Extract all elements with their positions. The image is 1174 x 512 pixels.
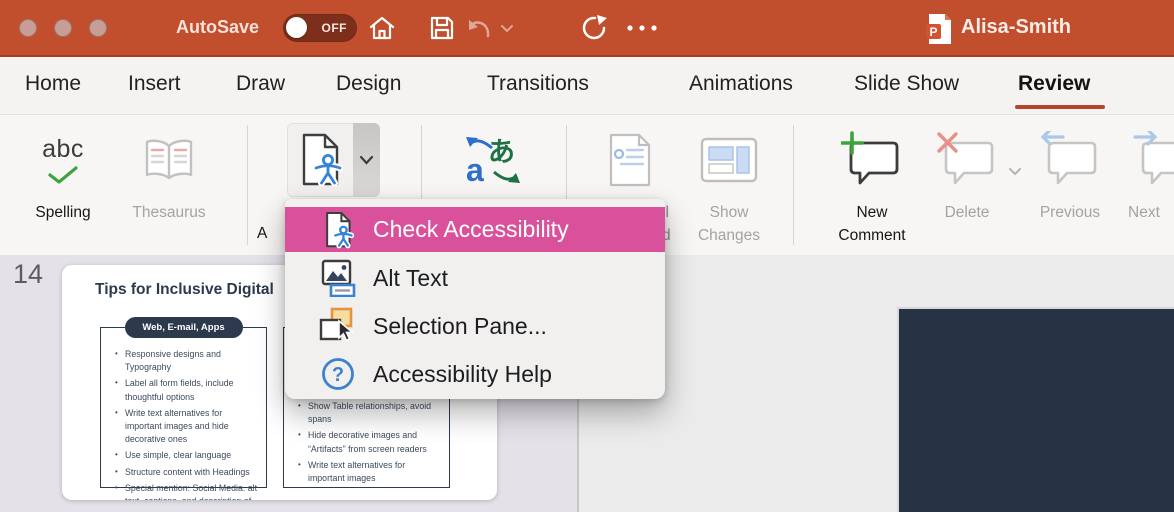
menu-item-label: Alt Text bbox=[373, 265, 448, 292]
next-comment-icon bbox=[1120, 125, 1174, 195]
bullet: Special mention: Social Media. alt text,… bbox=[115, 482, 258, 500]
window-close-button[interactable] bbox=[19, 19, 37, 37]
show-changes-icon bbox=[690, 125, 768, 195]
bullet: Responsive designs and Typography bbox=[115, 348, 258, 374]
autosave-state: OFF bbox=[322, 21, 348, 35]
more-options-icon[interactable] bbox=[625, 22, 659, 34]
translate-icon: a あ bbox=[450, 125, 536, 195]
show-changes-label-2: Changes bbox=[690, 227, 768, 245]
svg-text:P: P bbox=[929, 25, 937, 39]
tab-home[interactable]: Home bbox=[25, 72, 81, 96]
svg-text:あ: あ bbox=[488, 137, 515, 168]
check-accessibility-dropdown-segment[interactable] bbox=[353, 123, 380, 197]
show-changes-label: Show bbox=[690, 204, 768, 222]
autosave-toggle[interactable]: OFF bbox=[283, 14, 357, 42]
menu-item-alt-text[interactable]: Alt Text bbox=[285, 254, 665, 302]
new-comment-button[interactable]: New Comment bbox=[828, 115, 916, 255]
slide-editor-canvas bbox=[579, 255, 1174, 512]
delete-comment-button: Delete bbox=[928, 115, 1006, 255]
tab-transitions[interactable]: Transitions bbox=[487, 72, 589, 96]
delete-comment-icon bbox=[928, 125, 1006, 195]
chevron-down-icon bbox=[359, 155, 374, 166]
menu-item-label: Check Accessibility bbox=[373, 216, 569, 243]
save-icon[interactable] bbox=[428, 14, 456, 42]
slide-left-box: Web, E-mail, Apps Responsive designs and… bbox=[100, 327, 267, 488]
title-bar: AutoSave OFF bbox=[0, 0, 1174, 57]
accessibility-dropdown-menu: Check Accessibility Alt Text bbox=[285, 199, 665, 399]
slide-number: 14 bbox=[13, 259, 43, 290]
thesaurus-icon bbox=[110, 125, 228, 195]
undo-icon bbox=[466, 14, 494, 42]
delete-comment-label: Delete bbox=[928, 204, 1006, 222]
reviewing-pane-icon bbox=[600, 125, 660, 195]
slide-navy-shape[interactable] bbox=[897, 307, 1174, 512]
spelling-icon: abc bbox=[18, 125, 108, 195]
tab-slide-show[interactable]: Slide Show bbox=[854, 72, 959, 96]
previous-comment-icon bbox=[1026, 125, 1114, 195]
menu-item-accessibility-help[interactable]: ? Accessibility Help bbox=[285, 350, 665, 398]
tab-review[interactable]: Review bbox=[1018, 72, 1090, 96]
accessibility-label-fragment: A bbox=[257, 225, 267, 243]
spelling-label: Spelling bbox=[18, 204, 108, 222]
bullet: Show Table relationships, avoid spans bbox=[298, 400, 441, 426]
slide-title: Tips for Inclusive Digital bbox=[95, 281, 274, 299]
tab-design[interactable]: Design bbox=[336, 72, 401, 96]
bullet: Use simple, clear language bbox=[115, 449, 258, 462]
check-accessibility-icon bbox=[319, 210, 357, 250]
alt-text-icon bbox=[319, 258, 357, 298]
menu-item-label: Selection Pane... bbox=[373, 313, 547, 340]
powerpoint-window: AutoSave OFF bbox=[0, 0, 1174, 512]
new-comment-icon bbox=[828, 125, 916, 195]
help-icon: ? bbox=[319, 354, 357, 394]
tab-animations[interactable]: Animations bbox=[689, 72, 793, 96]
window-minimize-button[interactable] bbox=[54, 19, 72, 37]
bullet: Write text alternatives for important im… bbox=[115, 407, 258, 447]
group-divider bbox=[247, 125, 248, 245]
document-title: Alisa-Smith bbox=[961, 16, 1071, 39]
svg-text:a: a bbox=[466, 152, 484, 187]
bullet: Structure content with Headings bbox=[115, 466, 258, 479]
bullet: Write text alternatives for important im… bbox=[298, 459, 441, 485]
tab-draw[interactable]: Draw bbox=[236, 72, 285, 96]
previous-comment-label: Previous bbox=[1026, 204, 1114, 222]
ribbon-tabs: Home Insert Draw Design Transitions Anim… bbox=[0, 57, 1174, 115]
spelling-button[interactable]: abc Spelling bbox=[18, 115, 108, 255]
toggle-knob bbox=[286, 17, 307, 38]
redo-icon[interactable] bbox=[580, 14, 608, 42]
new-comment-label-2: Comment bbox=[828, 227, 916, 245]
powerpoint-doc-icon: P bbox=[926, 13, 953, 45]
next-comment-label: Next bbox=[1120, 204, 1174, 222]
thesaurus-button: Thesaurus bbox=[110, 115, 228, 255]
previous-comment-button: Previous bbox=[1026, 115, 1114, 255]
next-comment-button: Next bbox=[1120, 115, 1174, 255]
menu-item-label: Accessibility Help bbox=[373, 361, 552, 388]
menu-item-check-accessibility[interactable]: Check Accessibility bbox=[285, 207, 665, 252]
autosave-label: AutoSave bbox=[176, 17, 259, 38]
new-comment-label: New bbox=[828, 204, 916, 222]
window-zoom-button[interactable] bbox=[89, 19, 107, 37]
check-accessibility-split-button[interactable] bbox=[287, 123, 380, 197]
active-tab-underline bbox=[1015, 105, 1105, 109]
selection-pane-icon bbox=[319, 306, 357, 346]
delete-chevron-icon bbox=[1008, 167, 1022, 177]
group-divider bbox=[793, 125, 794, 245]
left-box-header: Web, E-mail, Apps bbox=[125, 317, 243, 338]
svg-text:?: ? bbox=[332, 364, 344, 386]
undo-chevron-icon bbox=[500, 22, 514, 36]
bullet: Label all form fields, include thoughtfu… bbox=[115, 377, 258, 403]
bullet: Hide decorative images and “Artifacts” f… bbox=[298, 429, 441, 455]
home-icon[interactable] bbox=[368, 14, 396, 42]
thesaurus-label: Thesaurus bbox=[110, 204, 228, 222]
tab-insert[interactable]: Insert bbox=[128, 72, 181, 96]
left-box-bullets: Responsive designs and Typography Label … bbox=[101, 328, 266, 500]
menu-item-selection-pane[interactable]: Selection Pane... bbox=[285, 302, 665, 350]
check-accessibility-main-segment[interactable] bbox=[287, 123, 353, 197]
accessibility-page-icon bbox=[297, 132, 343, 188]
show-changes-button: Show Changes bbox=[690, 115, 768, 255]
